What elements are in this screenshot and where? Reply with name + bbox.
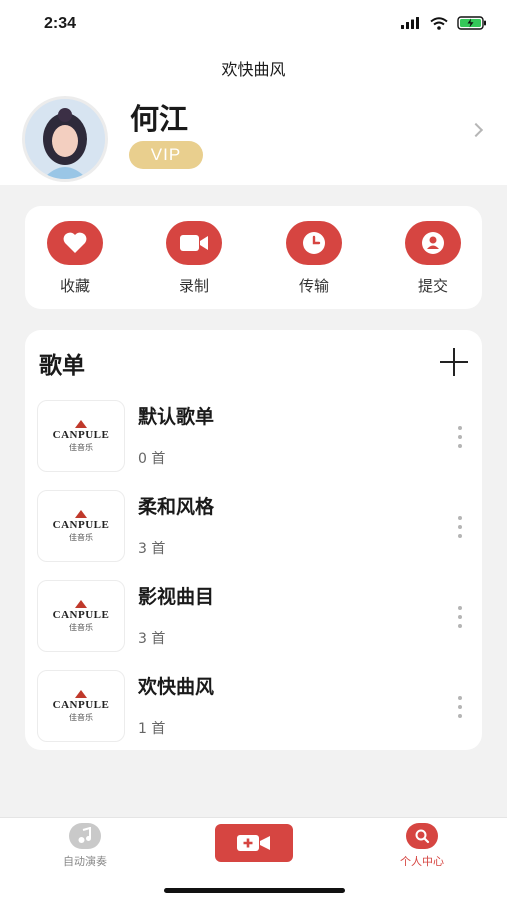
submit-button[interactable]: 提交 — [393, 221, 473, 296]
signal-icon — [401, 17, 419, 29]
quick-actions-card: 收藏 录制 传输 提交 — [25, 206, 482, 309]
cover-logo: CANPULE — [52, 608, 110, 621]
profile-header: 欢快曲风 何江 VIP — [0, 48, 507, 185]
search-icon — [406, 823, 438, 849]
playlist-cover: CANPULE 佳音乐 — [37, 670, 125, 742]
playlist-count: 3 首 — [138, 631, 166, 647]
playlist-count: 3 首 — [138, 541, 166, 557]
heart-icon — [47, 221, 103, 265]
playlist-count: 1 首 — [138, 721, 166, 737]
battery-charging-icon — [457, 16, 486, 30]
cover-logo: CANPULE — [52, 428, 110, 441]
add-playlist-button[interactable] — [440, 348, 468, 376]
playlist-name: 影视曲目 — [138, 586, 215, 608]
cover-logo: CANPULE — [52, 698, 110, 711]
more-vertical-icon[interactable] — [450, 696, 470, 718]
tab-auto-play[interactable]: 自动演奏 — [45, 823, 125, 869]
avatar[interactable] — [22, 96, 108, 182]
wifi-icon — [430, 16, 448, 30]
video-camera-icon — [166, 221, 222, 265]
status-time: 2:34 — [44, 15, 77, 32]
add-video-icon — [237, 835, 270, 851]
maple-leaf-icon — [75, 689, 87, 698]
record-button[interactable]: 录制 — [154, 221, 234, 296]
favorites-button[interactable]: 收藏 — [35, 221, 115, 296]
playlist-name: 柔和风格 — [138, 496, 215, 518]
tab-label: 个人中心 — [400, 855, 444, 868]
page-title: 欢快曲风 — [221, 60, 286, 79]
tab-personal-center[interactable]: 个人中心 — [382, 823, 462, 869]
playlist-item[interactable]: CANPULE 佳音乐 柔和风格 3 首 — [37, 490, 470, 562]
playlist-item[interactable]: CANPULE 佳音乐 影视曲目 3 首 — [37, 580, 470, 652]
cover-sub: 佳音乐 — [69, 442, 93, 452]
more-vertical-icon[interactable] — [450, 516, 470, 538]
cover-sub: 佳音乐 — [69, 622, 93, 632]
add-video-button[interactable] — [215, 824, 293, 862]
tab-label: 自动演奏 — [63, 855, 107, 868]
maple-leaf-icon — [75, 419, 87, 428]
playlist-name: 默认歌单 — [138, 406, 215, 428]
user-icon — [405, 221, 461, 265]
playlist-name: 欢快曲风 — [138, 676, 215, 698]
playlist-cover: CANPULE 佳音乐 — [37, 490, 125, 562]
action-label: 提交 — [417, 277, 448, 295]
playlist-cover: CANPULE 佳音乐 — [37, 400, 125, 472]
playlist-item[interactable]: CANPULE 佳音乐 默认歌单 0 首 — [37, 400, 470, 472]
status-bar: 2:34 — [0, 0, 507, 48]
playlist-cover: CANPULE 佳音乐 — [37, 580, 125, 652]
more-vertical-icon[interactable] — [450, 606, 470, 628]
playlist-card: 歌单 CANPULE 佳音乐 默认歌单 0 首 CANPULE 佳音乐 柔和风格… — [25, 330, 482, 750]
more-vertical-icon[interactable] — [450, 426, 470, 448]
tab-bar: 自动演奏 个人中心 — [0, 817, 507, 900]
action-label: 收藏 — [59, 277, 90, 295]
cover-sub: 佳音乐 — [69, 712, 93, 722]
transfer-button[interactable]: 传输 — [274, 221, 354, 296]
chevron-right-icon[interactable] — [468, 122, 484, 138]
status-icons — [401, 16, 487, 30]
home-indicator — [164, 888, 345, 893]
action-label: 录制 — [178, 277, 209, 295]
playlist-title: 歌单 — [39, 353, 85, 379]
maple-leaf-icon — [75, 599, 87, 608]
vip-badge[interactable]: VIP — [129, 141, 203, 169]
cover-logo: CANPULE — [52, 518, 110, 531]
maple-leaf-icon — [75, 509, 87, 518]
playlist-count: 0 首 — [138, 451, 166, 467]
avatar-image — [25, 99, 105, 179]
cover-sub: 佳音乐 — [69, 532, 93, 542]
playlist-item[interactable]: CANPULE 佳音乐 欢快曲风 1 首 — [37, 670, 470, 742]
music-note-icon — [69, 823, 101, 849]
action-label: 传输 — [298, 277, 329, 295]
username: 何江 — [130, 102, 189, 136]
clock-icon — [286, 221, 342, 265]
